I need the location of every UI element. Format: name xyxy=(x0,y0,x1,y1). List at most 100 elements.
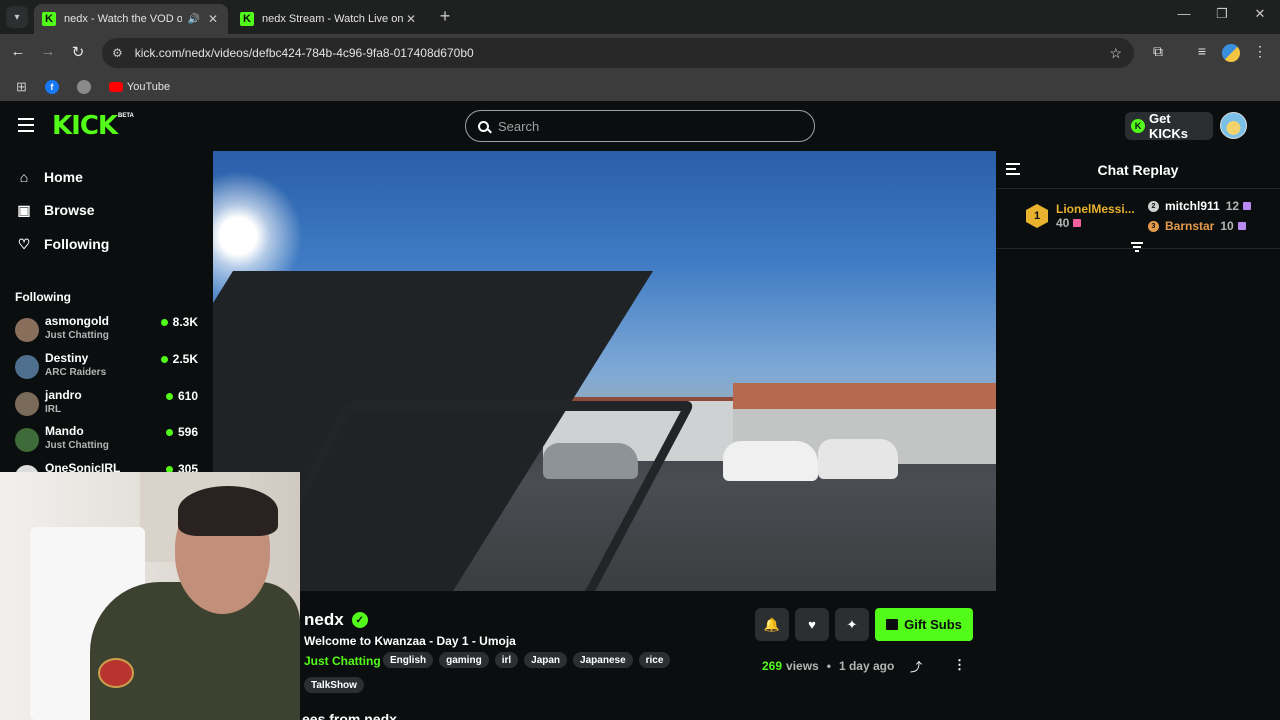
media-control-icon[interactable]: ≡ xyxy=(1192,43,1212,59)
bookmarks-bar: ⊞ f YouTube xyxy=(0,72,1280,101)
gift-icon xyxy=(1243,202,1252,210)
close-window-icon[interactable]: ✕ xyxy=(1248,6,1272,22)
leaderboard-second[interactable]: 2 mitchl911 12 xyxy=(1148,199,1252,213)
browser-menu-icon[interactable]: ⋮ xyxy=(1250,43,1270,60)
globe-icon[interactable] xyxy=(76,79,91,94)
search-box[interactable] xyxy=(465,110,815,142)
nav-browse-label: Browse xyxy=(44,202,95,218)
viewer-count-value: 610 xyxy=(177,389,198,403)
apps-grid-icon[interactable]: ⊞ xyxy=(16,79,27,95)
stream-info: nedx ✓ Welcome to Kwanzaa - Day 1 - Umoj… xyxy=(300,591,996,720)
beta-badge: BETA xyxy=(118,113,134,119)
follow-button[interactable]: ♥ xyxy=(795,608,829,641)
search-input[interactable] xyxy=(498,118,798,134)
tag[interactable]: rice xyxy=(638,652,671,668)
viewer-count-value: 2.5K xyxy=(172,352,198,366)
video-car xyxy=(818,439,898,479)
close-tab-icon[interactable]: ✕ xyxy=(404,12,418,26)
forward-icon[interactable]: → xyxy=(38,43,58,60)
url-text[interactable]: kick.com/nedx/videos/defbc424-784b-4c96-… xyxy=(135,46,1110,60)
video-age: 1 day ago xyxy=(838,659,895,673)
url-bar[interactable]: ⚙ kick.com/nedx/videos/defbc424-784b-4c9… xyxy=(102,38,1134,68)
video-building-roof xyxy=(733,383,996,411)
avatar xyxy=(15,318,39,342)
minimize-icon[interactable]: — xyxy=(1172,6,1196,21)
get-kicks-label: Get KICKs xyxy=(1148,111,1188,141)
live-dot-icon xyxy=(165,428,173,436)
gift-icon xyxy=(886,619,899,630)
channel-item[interactable]: jandro IRL 610 xyxy=(15,388,200,418)
tag[interactable]: irl xyxy=(494,652,519,668)
browser-profile-avatar[interactable] xyxy=(1222,44,1240,62)
streamer-name[interactable]: nedx ✓ xyxy=(304,610,368,630)
leaderboard-name: LionelMessi... xyxy=(1056,202,1135,216)
menu-icon[interactable] xyxy=(18,118,34,132)
extensions-icon[interactable]: ⧉ xyxy=(1148,43,1168,60)
tag[interactable]: English xyxy=(383,652,434,668)
close-tab-icon[interactable]: ✕ xyxy=(206,12,220,26)
sparkle-button[interactable]: ✦ xyxy=(835,608,869,641)
channel-item[interactable]: Mando Just Chatting 596 xyxy=(15,424,200,454)
channel-name: asmongold xyxy=(45,314,110,328)
share-icon[interactable]: ⤴ xyxy=(910,658,922,675)
channel-category: IRL xyxy=(45,404,62,415)
heart-icon: ♥ xyxy=(808,617,816,632)
speaker-icon[interactable]: 🔊 xyxy=(188,14,200,25)
video-player[interactable] xyxy=(213,151,996,591)
address-toolbar: ← → ↻ ⚙ kick.com/nedx/videos/defbc424-78… xyxy=(0,34,1280,72)
kick-logo[interactable]: KICK xyxy=(52,111,118,141)
bookmark-youtube[interactable]: YouTube xyxy=(127,81,170,93)
streamer-name-text: nedx xyxy=(304,610,344,629)
nav-browse[interactable]: ▣ Browse xyxy=(16,200,95,220)
browser-tab-bar: ▾ K nedx - Watch the VOD on Kick 🔊 ✕ K n… xyxy=(0,0,1280,34)
live-dot-icon xyxy=(160,318,168,326)
channel-name: Mando xyxy=(45,424,84,438)
webcam-person-hair xyxy=(178,486,278,536)
more-options-icon[interactable]: ⋮ xyxy=(953,657,966,673)
more-videos-heading: ees from nedx xyxy=(302,711,397,720)
browse-icon: ▣ xyxy=(17,201,31,218)
new-tab-icon[interactable]: + xyxy=(434,6,456,27)
notification-bell-button[interactable]: 🔔 xyxy=(755,608,789,641)
bookmark-star-icon[interactable]: ☆ xyxy=(1109,45,1122,62)
heart-icon: ♡ xyxy=(17,235,31,252)
restore-icon[interactable]: ❐ xyxy=(1210,6,1234,22)
category-link[interactable]: Just Chatting xyxy=(304,654,381,668)
video-title: Welcome to Kwanzaa - Day 1 - Umoja xyxy=(304,634,516,648)
search-icon xyxy=(478,120,489,132)
facebook-icon[interactable]: f xyxy=(44,79,59,94)
site-info-icon[interactable]: ⚙ xyxy=(112,46,123,60)
viewer-count: 596 xyxy=(165,425,198,439)
gift-subs-button[interactable]: Gift Subs xyxy=(875,608,973,641)
tag[interactable]: Japan xyxy=(524,652,568,668)
webcam-overlay xyxy=(0,472,300,720)
video-car xyxy=(723,441,818,481)
get-kicks-button[interactable]: K Get KICKs xyxy=(1125,111,1213,141)
tag[interactable]: gaming xyxy=(439,652,489,668)
tab-search-menu-button[interactable]: ▾ xyxy=(6,6,28,28)
channel-item[interactable]: asmongold Just Chatting 8.3K xyxy=(15,314,200,344)
tag[interactable]: Japanese xyxy=(573,652,633,668)
leaderboard-first[interactable]: 1 LionelMessi... 40 xyxy=(1026,202,1135,230)
gift-subs-label: Gift Subs xyxy=(904,617,962,632)
leaderboard-third[interactable]: 3 Barnstar 10 xyxy=(1148,219,1246,233)
channel-item[interactable]: Destiny ARC Raiders 2.5K xyxy=(15,351,200,381)
nav-following[interactable]: ♡ Following xyxy=(16,234,110,254)
back-icon[interactable]: ← xyxy=(8,43,28,60)
reload-icon[interactable]: ↻ xyxy=(68,43,88,61)
user-avatar[interactable] xyxy=(1220,112,1247,139)
nav-home-label: Home xyxy=(44,169,83,185)
chat-title: Chat Replay xyxy=(1097,162,1179,178)
views-row: 269 views • 1 day ago xyxy=(762,659,894,673)
tag[interactable]: TalkShow xyxy=(304,677,364,693)
live-dot-icon xyxy=(165,392,173,400)
tab-live[interactable]: K nedx Stream - Watch Live on Kick ✕ xyxy=(232,4,426,34)
chat-panel: Chat Replay 1 LionelMessi... 40 2 mitchl… xyxy=(996,151,1280,720)
site-header: KICK BETA K Get KICKs xyxy=(0,101,1280,151)
nav-home[interactable]: ⌂ Home xyxy=(16,167,83,187)
youtube-icon[interactable] xyxy=(108,81,123,92)
kicks-coin-icon: K xyxy=(1131,119,1145,133)
channel-category: Just Chatting xyxy=(45,440,109,451)
leaderboard-count-value: 12 xyxy=(1225,199,1240,213)
tab-vod[interactable]: K nedx - Watch the VOD on Kick 🔊 ✕ xyxy=(34,4,228,34)
